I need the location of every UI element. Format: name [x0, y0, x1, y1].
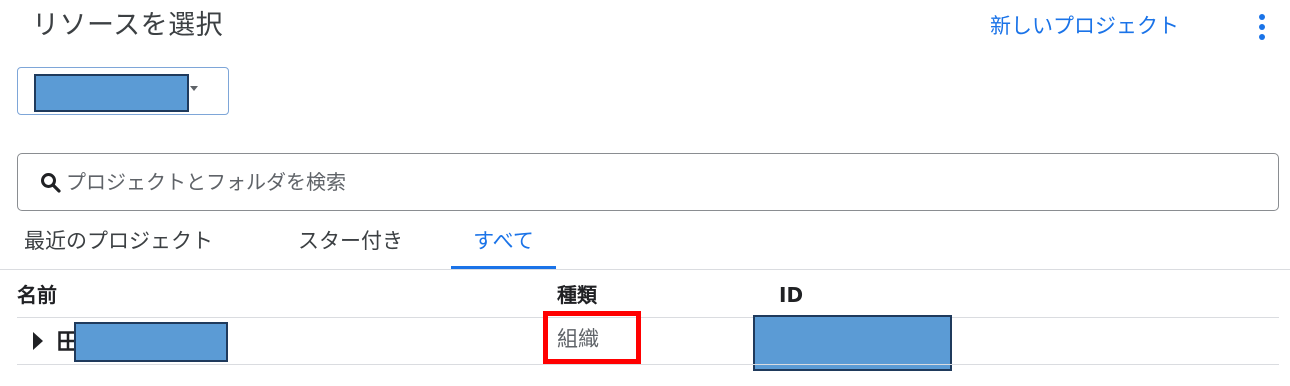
redacted-resource-id — [753, 315, 952, 371]
expand-arrow-icon[interactable] — [33, 332, 43, 350]
organization-selector[interactable] — [17, 67, 229, 115]
chevron-down-icon — [190, 86, 198, 91]
more-vert-icon[interactable] — [1252, 12, 1272, 42]
table-header-divider — [17, 317, 1279, 318]
tabs-divider — [0, 269, 1290, 270]
search-placeholder: プロジェクトとフォルダを検索 — [66, 170, 346, 194]
tab-recent-projects[interactable]: 最近のプロジェクト — [24, 222, 234, 268]
column-header-name[interactable]: 名前 — [17, 281, 57, 309]
search-input[interactable]: プロジェクトとフォルダを検索 — [17, 153, 1279, 211]
column-header-type: 種類 — [557, 283, 597, 307]
dialog-title: リソースを選択 — [32, 10, 224, 41]
redacted-org-name — [34, 74, 189, 112]
new-project-link[interactable]: 新しいプロジェクト — [990, 11, 1179, 41]
tab-all[interactable]: すべて — [451, 222, 556, 268]
search-icon — [41, 173, 61, 193]
resource-type: 組織 — [557, 327, 599, 351]
row-divider — [17, 364, 1279, 365]
type-cell-highlight: 組織 — [543, 311, 641, 364]
column-header-id: ID — [779, 283, 804, 307]
tab-starred[interactable]: スター付き — [298, 222, 418, 268]
redacted-resource-name[interactable] — [74, 322, 228, 362]
